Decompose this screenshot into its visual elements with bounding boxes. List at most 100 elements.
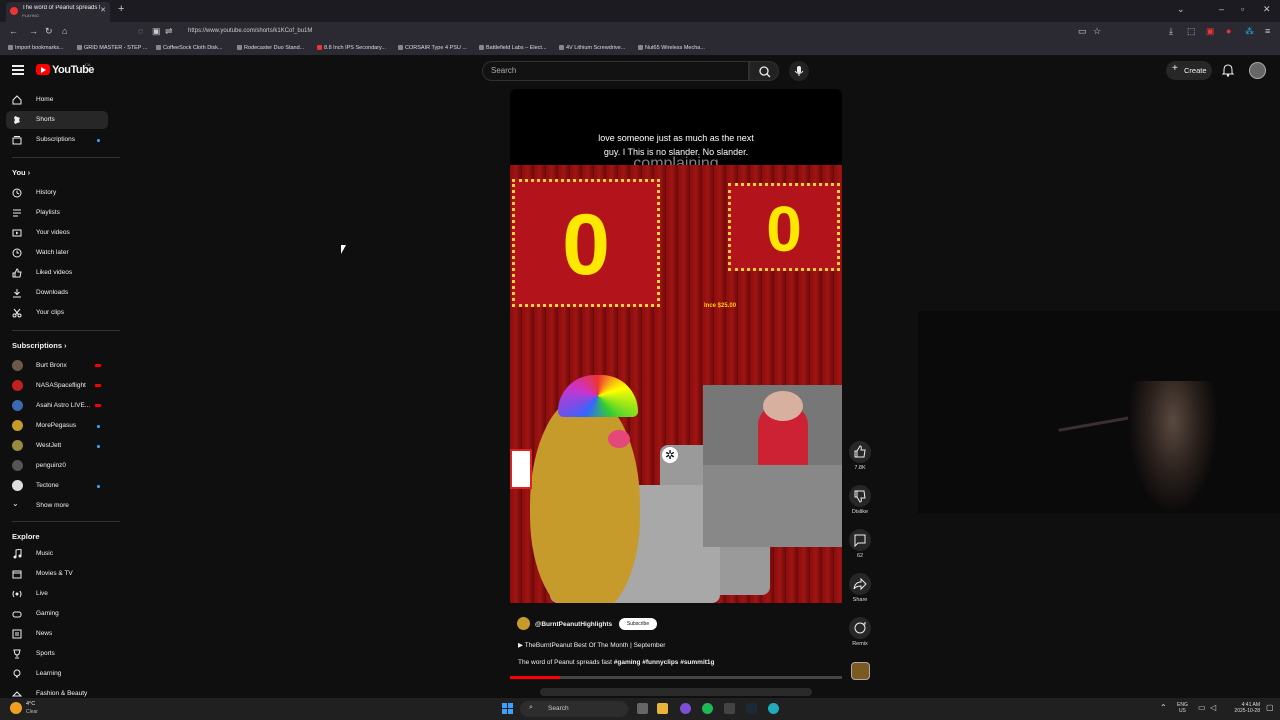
remix-button[interactable]: Remix (848, 617, 872, 647)
taskbar-search[interactable]: ⌕ Search (520, 701, 628, 717)
share-button[interactable]: Share (848, 573, 872, 603)
bookmark-item[interactable]: Rodecaster Duo Stand... (237, 45, 304, 51)
forward-icon[interactable]: → (29, 26, 38, 36)
maximize-icon[interactable]: ▫ (1241, 4, 1244, 14)
show-more-button[interactable]: ⌄ Show more (6, 497, 108, 515)
sidebar-item-downloads[interactable]: Downloads (6, 284, 108, 302)
sidebar-item-gaming[interactable]: Gaming (6, 605, 108, 623)
sound-thumbnail[interactable] (851, 662, 870, 680)
sidebar-item-learning[interactable]: Learning (6, 665, 108, 683)
new-tab-icon[interactable]: + (118, 3, 124, 15)
sidebar-item-your-clips[interactable]: Your clips (6, 304, 108, 322)
subscriptions-heading[interactable]: Subscriptions › (12, 341, 66, 350)
dislike-button[interactable]: Dislike (848, 485, 872, 515)
scissors-icon (12, 308, 22, 318)
network-icon[interactable]: ▭ (1198, 703, 1206, 712)
extensions-icon[interactable]: ⬚ (1187, 26, 1196, 37)
like-button[interactable]: 7.8K (848, 441, 872, 471)
menu-icon[interactable] (12, 65, 24, 75)
spotify-icon[interactable] (702, 703, 713, 714)
permissions-icon[interactable]: ⇌ (165, 26, 173, 37)
minimize-icon[interactable]: – (1219, 4, 1224, 14)
extension-youtube-icon[interactable]: ● (1226, 26, 1231, 36)
account-avatar[interactable] (1249, 62, 1266, 79)
sidebar-item-movies[interactable]: Movies & TV (6, 565, 108, 583)
subscription-channel[interactable]: WestJett (6, 437, 108, 455)
subscription-channel[interactable]: NASASpaceflight (6, 377, 108, 395)
you-heading[interactable]: You › (12, 168, 30, 177)
windows-start-icon[interactable] (502, 703, 513, 714)
file-explorer-icon[interactable] (657, 703, 668, 714)
reload-icon[interactable]: ↻ (45, 26, 53, 37)
window-close-icon[interactable]: ✕ (1263, 4, 1271, 15)
notifications-icon[interactable]: ▢ (1266, 703, 1274, 712)
bookmark-item[interactable]: GRID MASTER - STEP ... (77, 45, 147, 51)
downloads-browser-icon[interactable]: ⤓ (1169, 26, 1173, 37)
lock-icon[interactable]: ▣ (152, 26, 161, 37)
subscription-channel[interactable]: Burt Bronx (6, 357, 108, 375)
channel-avatar (12, 420, 23, 431)
sidebar-item-watch-later[interactable]: Watch later (6, 244, 108, 262)
picture-in-picture-icon[interactable]: ▭ (1078, 26, 1087, 37)
sidebar-item-live[interactable]: Live (6, 585, 108, 603)
language-indicator[interactable]: ENG US (1177, 702, 1188, 714)
youtube-logo-icon[interactable] (36, 64, 50, 75)
bookmark-item[interactable]: Nut65 Wireless Mecha... (638, 45, 705, 51)
sidebar-item-home[interactable]: Home (6, 91, 108, 109)
tray-chevron-icon[interactable]: ⌃ (1160, 703, 1167, 712)
steam-icon[interactable] (746, 703, 757, 714)
sidebar-item-playlists[interactable]: Playlists (6, 204, 108, 222)
notifications-bell-icon[interactable] (1222, 64, 1234, 77)
extension-blue-icon[interactable]: ⁂ (1245, 26, 1254, 37)
bookmark-star-icon[interactable]: ☆ (1093, 26, 1101, 37)
subscription-channel[interactable]: Asahi Astro LIVE... (6, 397, 108, 415)
bookmark-item[interactable]: CoffeeSock Cloth Disk... (156, 45, 223, 51)
weather-icon[interactable] (10, 702, 22, 714)
create-button[interactable]: + Create (1166, 61, 1212, 80)
next-short-preview[interactable] (540, 688, 812, 696)
search-input[interactable]: Search (482, 61, 749, 81)
subscription-channel[interactable]: penguinz0 (6, 457, 108, 475)
channel-link[interactable]: @BurntPeanutHighlights (517, 617, 612, 630)
browser-tab[interactable]: The word of Peanut spreads fa PLAYING ✕ (6, 2, 110, 22)
subscription-channel[interactable]: Tectone (6, 477, 108, 495)
browser-app-icon[interactable] (768, 703, 779, 714)
subscribe-button[interactable]: Subscribe (619, 618, 657, 630)
voice-search-button[interactable] (789, 61, 809, 81)
sidebar-item-subscriptions[interactable]: Subscriptions (6, 131, 108, 149)
sidebar-item-your-videos[interactable]: Your videos (6, 224, 108, 242)
bookmark-item[interactable]: Import bookmarks... (8, 45, 64, 51)
clock[interactable]: 4:41 AM 2025-10-28 (1228, 702, 1260, 714)
search-button[interactable] (749, 61, 779, 81)
bookmark-item[interactable]: Battlefield Labs – Elect... (479, 45, 547, 51)
back-icon[interactable]: ← (9, 26, 18, 36)
home-browser-icon[interactable]: ⌂ (62, 26, 67, 36)
sidebar-item-sports[interactable]: Sports (6, 645, 108, 663)
firefox-icon[interactable] (680, 703, 691, 714)
volume-icon[interactable]: ◁ (1210, 703, 1216, 712)
sidebar-item-history[interactable]: History (6, 184, 108, 202)
bookmark-item[interactable]: 4V Lithium Screwdrive... (559, 45, 625, 51)
new-content-dot (97, 425, 100, 428)
shield-icon[interactable]: ◌ (138, 26, 143, 36)
comments-button[interactable]: 62 (848, 529, 872, 559)
bookmark-item[interactable]: 8.8 Inch IPS Secondary... (317, 45, 386, 51)
sidebar-item-news[interactable]: News (6, 625, 108, 643)
sidebar-item-liked-videos[interactable]: Liked videos (6, 264, 108, 282)
close-tab-icon[interactable]: ✕ (100, 6, 106, 14)
video-progress-bar[interactable] (510, 676, 842, 679)
browser-menu-icon[interactable]: ≡ (1265, 26, 1270, 36)
task-view-icon[interactable] (637, 703, 648, 714)
bookmark-item[interactable]: CORSAIR Type 4 PSU ... (398, 45, 467, 51)
sidebar-item-music[interactable]: Music (6, 545, 108, 563)
extension-red-icon[interactable]: ▣ (1206, 26, 1215, 37)
hashtags[interactable]: #gaming #funnyclips #summit1g (614, 659, 715, 666)
sidebar-item-shorts[interactable]: Shorts (6, 111, 108, 129)
subscription-channel[interactable]: MorePegasus (6, 417, 108, 435)
playlist-link[interactable]: ▶ TheBurntPeanut Best Of The Month | Sep… (518, 641, 665, 649)
app-icon[interactable] (724, 703, 735, 714)
tab-list-icon[interactable]: ⌄ (1177, 4, 1185, 15)
address-bar[interactable]: https://www.youtube.com/shorts/k1KCof_bu… (188, 28, 312, 34)
browser-tab-strip: The word of Peanut spreads fa PLAYING ✕ … (0, 0, 1280, 22)
short-video-player[interactable]: complaining love someone just as much as… (510, 89, 842, 603)
